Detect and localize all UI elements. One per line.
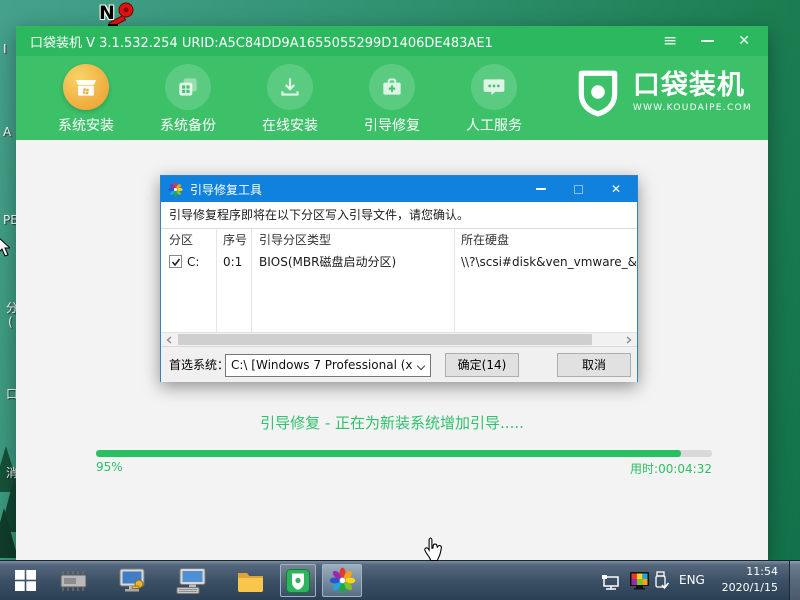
progress-bar (96, 450, 712, 457)
clock-date: 2020/1/15 (708, 580, 778, 596)
scroll-left-icon[interactable] (161, 333, 177, 346)
dialog-maximize-icon[interactable] (574, 185, 583, 194)
taskbar-app-koudai[interactable] (280, 564, 316, 597)
scroll-right-icon[interactable] (621, 333, 637, 346)
cancel-button[interactable]: 取消 (557, 353, 631, 377)
brand-logo: 口袋装机 WWW.KOUDAIPE.COM (573, 66, 752, 118)
tab-boot-repair[interactable]: 引导修复 (346, 56, 438, 140)
brand-url: WWW.KOUDAIPE.COM (633, 103, 752, 113)
green-shield-icon (286, 569, 310, 593)
desktop-label-fragment: A (3, 125, 11, 139)
col-header-index: 序号 (223, 229, 247, 251)
tab-online-install[interactable]: 在线安装 (244, 56, 336, 140)
computer-icon (176, 567, 208, 595)
taskbar-item-computer[interactable] (172, 561, 212, 600)
taskbar-item-file-explorer[interactable] (232, 561, 268, 600)
taskbar: ENG 11:54 2020/1/15 (0, 560, 800, 600)
memory-chip-icon (59, 569, 89, 593)
tab-human-service[interactable]: 人工服务 (448, 56, 540, 140)
boot-repair-dialog: 引导修复工具 ✕ 引导修复程序即将在以下分区写入引导文件，请您确认。 分区 序号… (160, 175, 638, 382)
tool-label: 系统备份 (160, 115, 216, 135)
checkmark-icon (171, 257, 181, 267)
scrollbar-thumb[interactable] (178, 334, 592, 345)
taskbar-item-partition-tool[interactable] (114, 561, 152, 600)
install-box-icon (63, 64, 109, 110)
ok-button[interactable]: 确定(14) (445, 353, 519, 377)
tab-system-backup[interactable]: 系统备份 (142, 56, 234, 140)
clock-time: 11:54 (708, 564, 778, 580)
preferred-system-value: C:\ [Windows 7 Professional (x (231, 358, 413, 372)
column-separator (454, 229, 455, 332)
status-text: 引导修复 - 正在为新装系统增加引导..... (16, 412, 768, 433)
brand-name: 口袋装机 (633, 71, 752, 101)
dialog-close-icon[interactable]: ✕ (611, 183, 621, 195)
cell-index: 0:1 (223, 251, 242, 273)
close-icon[interactable]: ✕ (738, 34, 750, 48)
windows-logo-icon (15, 570, 36, 591)
window-titlebar: 口袋装机 V 3.1.532.254 URID:A5C84DD9A1655055… (16, 26, 768, 56)
menu-icon[interactable]: ≡ (663, 33, 677, 50)
backup-windows-icon (165, 64, 211, 110)
window-title: 口袋装机 V 3.1.532.254 URID:A5C84DD9A1655055… (16, 32, 663, 51)
minimize-icon[interactable] (701, 40, 714, 42)
arrow-cursor-icon (0, 236, 10, 258)
download-icon (267, 64, 313, 110)
column-separator (251, 229, 252, 332)
tool-label: 在线安装 (262, 115, 318, 135)
tool-label: 人工服务 (466, 115, 522, 135)
dialog-message: 引导修复程序即将在以下分区写入引导文件，请您确认。 (161, 202, 637, 229)
usb-tray-icon[interactable] (650, 561, 672, 600)
progress-fill (96, 450, 681, 457)
partition-list: 分区 序号 引导分区类型 所在硬盘 C: 0:1 BIOS(MBR磁盘启动分区)… (161, 229, 637, 346)
dialog-minimize-icon[interactable] (536, 188, 546, 190)
desktop-label-fragment: I (3, 42, 7, 56)
start-button[interactable] (8, 561, 42, 600)
taskbar-item-memory-tool[interactable] (56, 561, 92, 600)
cell-partition: C: (187, 251, 199, 273)
taskbar-clock[interactable]: 11:54 2020/1/15 (708, 564, 778, 596)
preferred-system-select[interactable]: C:\ [Windows 7 Professional (x (225, 354, 431, 377)
taskbar-app-boot-repair[interactable] (322, 564, 362, 597)
elapsed-time: 用时:00:04:32 (630, 460, 712, 477)
dialog-title: 引导修复工具 (190, 181, 536, 198)
cell-type: BIOS(MBR磁盘启动分区) (259, 251, 396, 273)
progress-percent: 95% (96, 460, 123, 477)
col-header-partition: 分区 (169, 229, 193, 251)
tab-system-install[interactable]: 系统安装 (40, 56, 132, 140)
col-header-type: 引导分区类型 (259, 229, 331, 251)
desktop-label-fragment: ( (8, 315, 13, 329)
language-indicator[interactable]: ENG (679, 573, 705, 587)
pinwheel-icon (168, 182, 183, 197)
chat-bubble-icon (471, 64, 517, 110)
network-tray-icon[interactable] (598, 561, 624, 600)
horizontal-scrollbar[interactable] (161, 332, 637, 346)
dialog-titlebar: 引导修复工具 ✕ (161, 176, 637, 202)
main-toolbar: 系统安装 系统备份 在线安装 引导修复 人工服务 (16, 56, 768, 140)
tool-label: 系统安装 (58, 115, 114, 135)
display-tray-icon[interactable] (626, 561, 652, 600)
preferred-system-label: 首选系统： (169, 347, 229, 383)
hand-cursor-icon (422, 536, 444, 564)
folder-icon (236, 569, 265, 593)
shield-logo-icon (573, 66, 623, 118)
dialog-footer: 首选系统： C:\ [Windows 7 Professional (x 确定(… (161, 346, 637, 382)
tool-label: 引导修复 (364, 115, 420, 135)
partition-checkbox[interactable] (169, 255, 182, 268)
pinwheel-icon (329, 567, 356, 594)
col-header-disk: 所在硬盘 (461, 229, 509, 251)
monitor-key-icon (118, 567, 148, 595)
column-separator (216, 229, 217, 332)
toolbox-icon (369, 64, 415, 110)
chevron-down-icon (417, 362, 425, 370)
show-desktop-button[interactable] (789, 561, 800, 600)
cell-disk: \\?\scsi#disk&ven_vmware_& (461, 251, 637, 273)
